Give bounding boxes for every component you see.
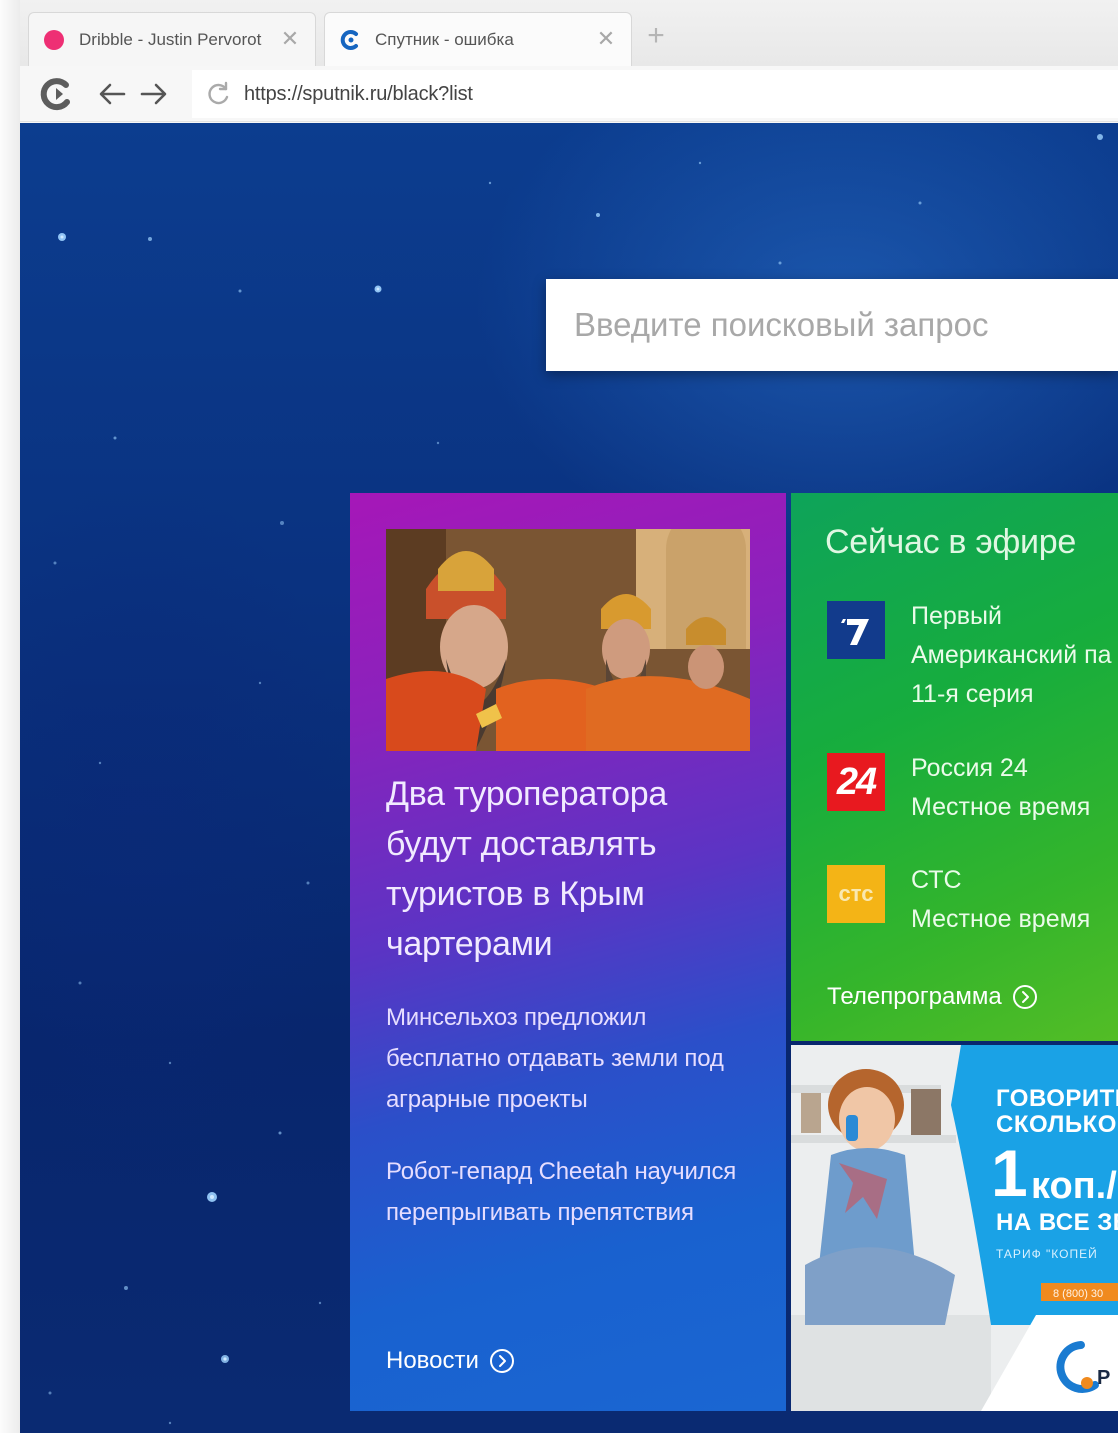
tv-link-label: Телепрограмма [827, 983, 1002, 1010]
ad-price-unit: коп./ [1031, 1165, 1117, 1207]
tab-sputnik[interactable]: Спутник - ошибка ✕ [324, 12, 632, 66]
news-link-label: Новости [386, 1347, 479, 1374]
tv-channel-name: Первый [911, 602, 1002, 630]
tv-channel-name: СТС [911, 866, 962, 894]
news-photo[interactable] [386, 529, 750, 751]
reload-icon[interactable] [204, 80, 232, 108]
ad-price-number: 1 [991, 1136, 1028, 1210]
forward-button[interactable] [134, 74, 174, 114]
tv-card: Сейчас в эфире Первый Американский па 11… [791, 493, 1118, 1041]
close-tab-icon[interactable]: ✕ [279, 28, 301, 50]
search-box[interactable] [546, 279, 1118, 371]
url-text: https://sputnik.ru/black?list [244, 82, 473, 105]
tv-channel-info: Первый Американский па 11-я серия [911, 597, 1118, 714]
news-link[interactable]: Новости [386, 1347, 515, 1375]
ad-line: НА ВСЕ ЗВ [996, 1209, 1118, 1236]
news-card: Два туроператора будут доставлять турист… [350, 493, 786, 1411]
tv-card-title: Сейчас в эфире [825, 523, 1076, 561]
address-bar[interactable]: https://sputnik.ru/black?list [192, 70, 1118, 118]
news-headline[interactable]: Два туроператора будут доставлять турист… [386, 769, 756, 969]
browser-menu-button[interactable] [36, 74, 76, 114]
tab-dribbble[interactable]: Dribble - Justin Pervorot ✕ [28, 12, 316, 66]
circle-arrow-right-icon [1012, 985, 1037, 1009]
tab-strip: Dribble - Justin Pervorot ✕ Спутник - ош… [20, 0, 1118, 66]
tv-episode: 11-я серия [911, 680, 1034, 708]
tv-schedule-link[interactable]: Телепрограмма [827, 983, 1038, 1011]
tab-title: Спутник - ошибка [375, 29, 514, 49]
window-edge [0, 0, 20, 1433]
ad-line: ГОВОРИТЕ [996, 1085, 1118, 1112]
ad-banner[interactable]: ГОВОРИТЕ СКОЛЬКО Х 1 коп./ НА ВСЕ ЗВ ТАР… [791, 1045, 1118, 1411]
news-item[interactable]: Минсельхоз предложил бесплатно отдавать … [386, 997, 756, 1120]
ad-line: ТАРИФ "КОПЕЙ [996, 1247, 1098, 1261]
tv-channel-name: Россия 24 [911, 754, 1028, 782]
arrow-left-icon [99, 83, 126, 105]
tv-program: Местное время [911, 905, 1091, 933]
tv-channel-info: Россия 24 Местное время [911, 749, 1118, 827]
back-button[interactable] [92, 74, 132, 114]
browser-window: Dribble - Justin Pervorot ✕ Спутник - ош… [0, 0, 1118, 1433]
sputnik-favicon-icon [340, 29, 358, 50]
news-photo-illustration [386, 529, 750, 751]
russia-24-logo-icon: 24 [827, 753, 885, 811]
search-input[interactable] [546, 279, 1118, 371]
tv-channel-info: СТС Местное время [911, 861, 1118, 939]
rostelecom-logo-icon: Р [1097, 1367, 1111, 1389]
new-tab-button[interactable]: + [642, 21, 670, 51]
channel-one-logo-icon [827, 601, 885, 659]
tv-program: Американский па [911, 641, 1112, 669]
channel-one-logo-mark [827, 601, 885, 659]
navigation-toolbar: https://sputnik.ru/black?list [20, 66, 1118, 122]
tv-program: Местное время [911, 793, 1091, 821]
sts-logo-icon: стс [827, 865, 885, 923]
russia-24-logo-text: 24 [836, 760, 877, 803]
news-item[interactable]: Робот-гепард Cheetah научился перепрыгив… [386, 1151, 756, 1233]
dribbble-favicon-icon [44, 29, 64, 50]
arrow-right-icon [140, 83, 167, 105]
ad-phone: 8 (800) 30 [1053, 1288, 1104, 1300]
circle-arrow-right-icon [489, 1349, 514, 1373]
close-tab-icon[interactable]: ✕ [595, 28, 617, 50]
sts-logo-text: стс [838, 881, 874, 906]
browser-logo-icon [40, 78, 70, 111]
page-viewport: Два туроператора будут доставлять турист… [20, 123, 1118, 1433]
tab-title: Dribble - Justin Pervorot [79, 29, 262, 49]
